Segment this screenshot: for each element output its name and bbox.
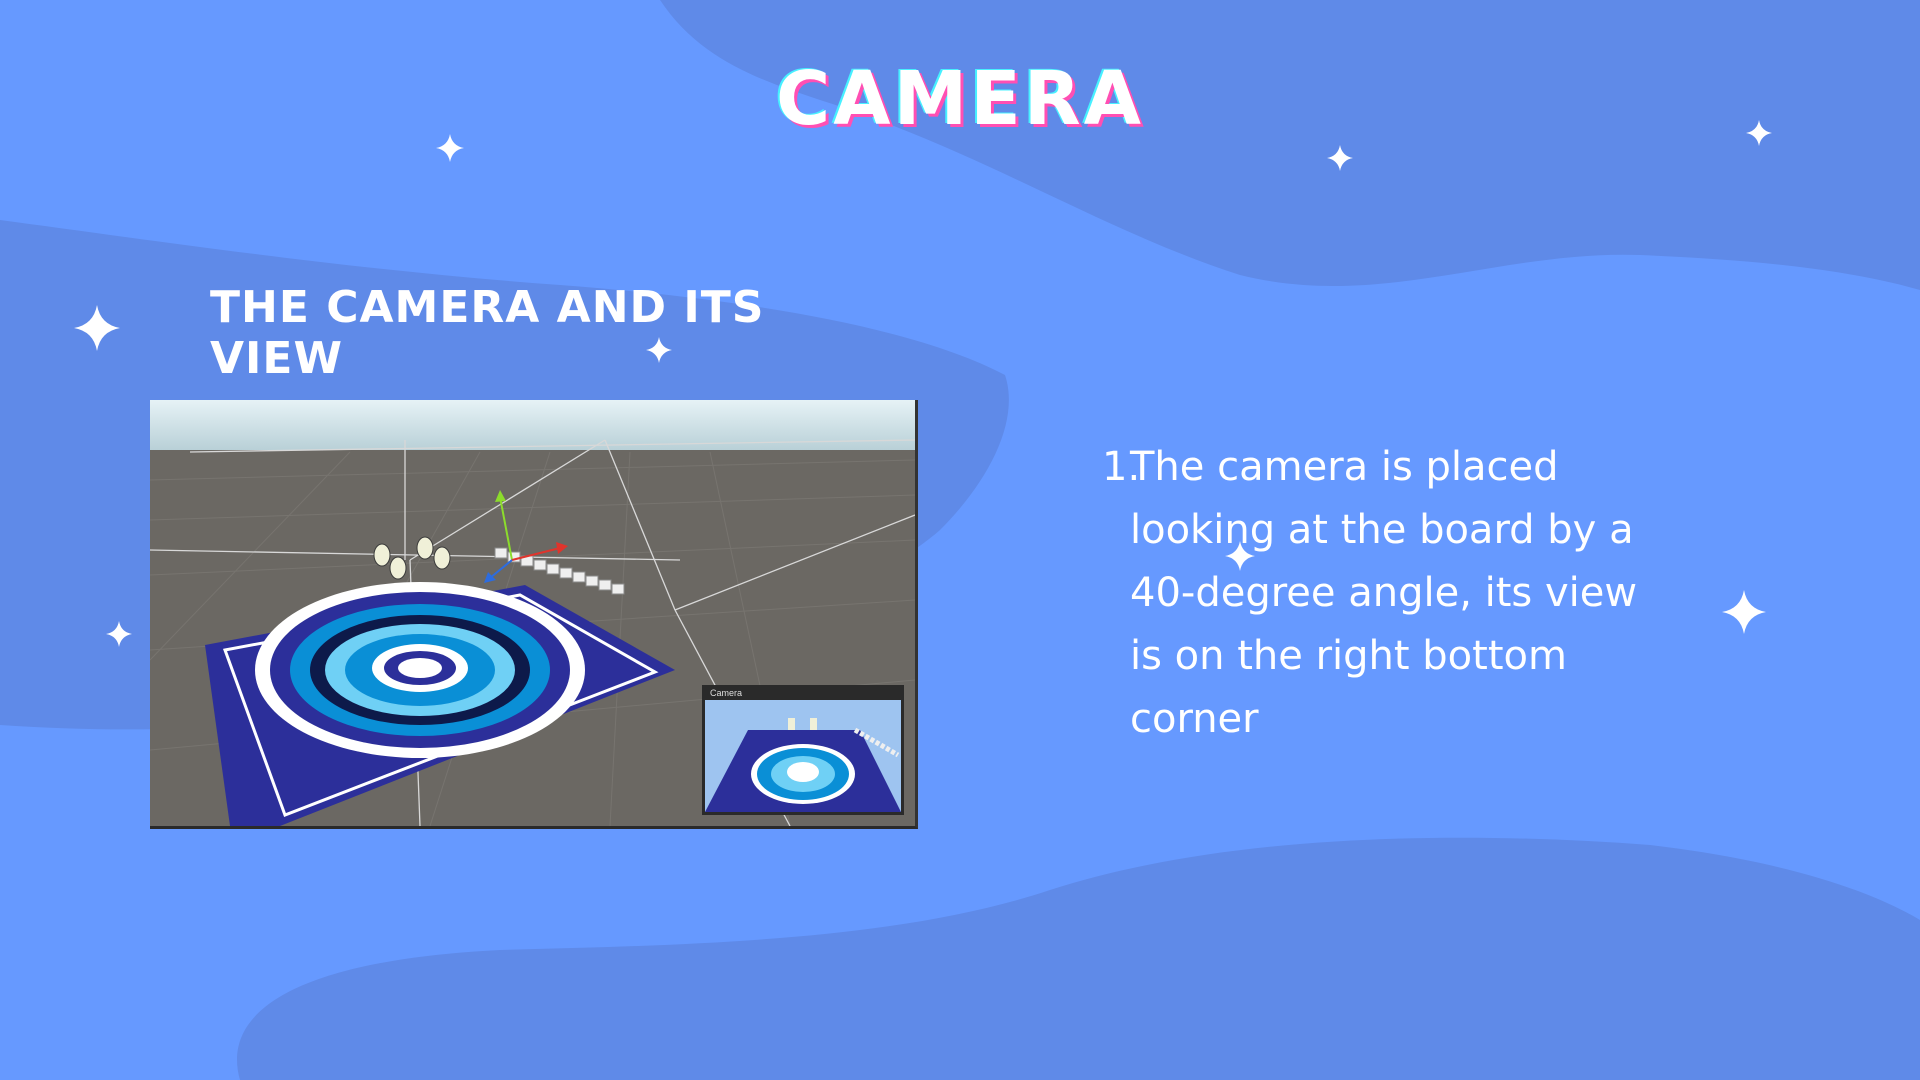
slide-subtitle: THE CAMERA AND ITS VIEW — [210, 282, 765, 384]
camera-preview-label: Camera — [710, 688, 742, 698]
sparkle-star-icon — [74, 305, 120, 351]
list-number: 1. — [1102, 444, 1141, 490]
scene-screenshot: Camera — [150, 400, 918, 829]
slide-title: CAMERA — [775, 56, 1145, 142]
sparkle-star-icon — [646, 337, 672, 363]
sparkle-star-icon — [436, 134, 464, 162]
sparkle-star-icon — [1746, 120, 1772, 146]
sparkle-star-icon — [106, 621, 132, 647]
camera-preview-window: Camera — [702, 685, 904, 815]
sparkle-star-icon — [1722, 590, 1766, 634]
sparkle-star-icon — [1327, 145, 1353, 171]
list-item: 1. The camera is placed looking at the b… — [1100, 436, 1660, 751]
list-item-text: The camera is placed looking at the boar… — [1130, 444, 1638, 742]
bullet-list: 1. The camera is placed looking at the b… — [1100, 436, 1660, 751]
